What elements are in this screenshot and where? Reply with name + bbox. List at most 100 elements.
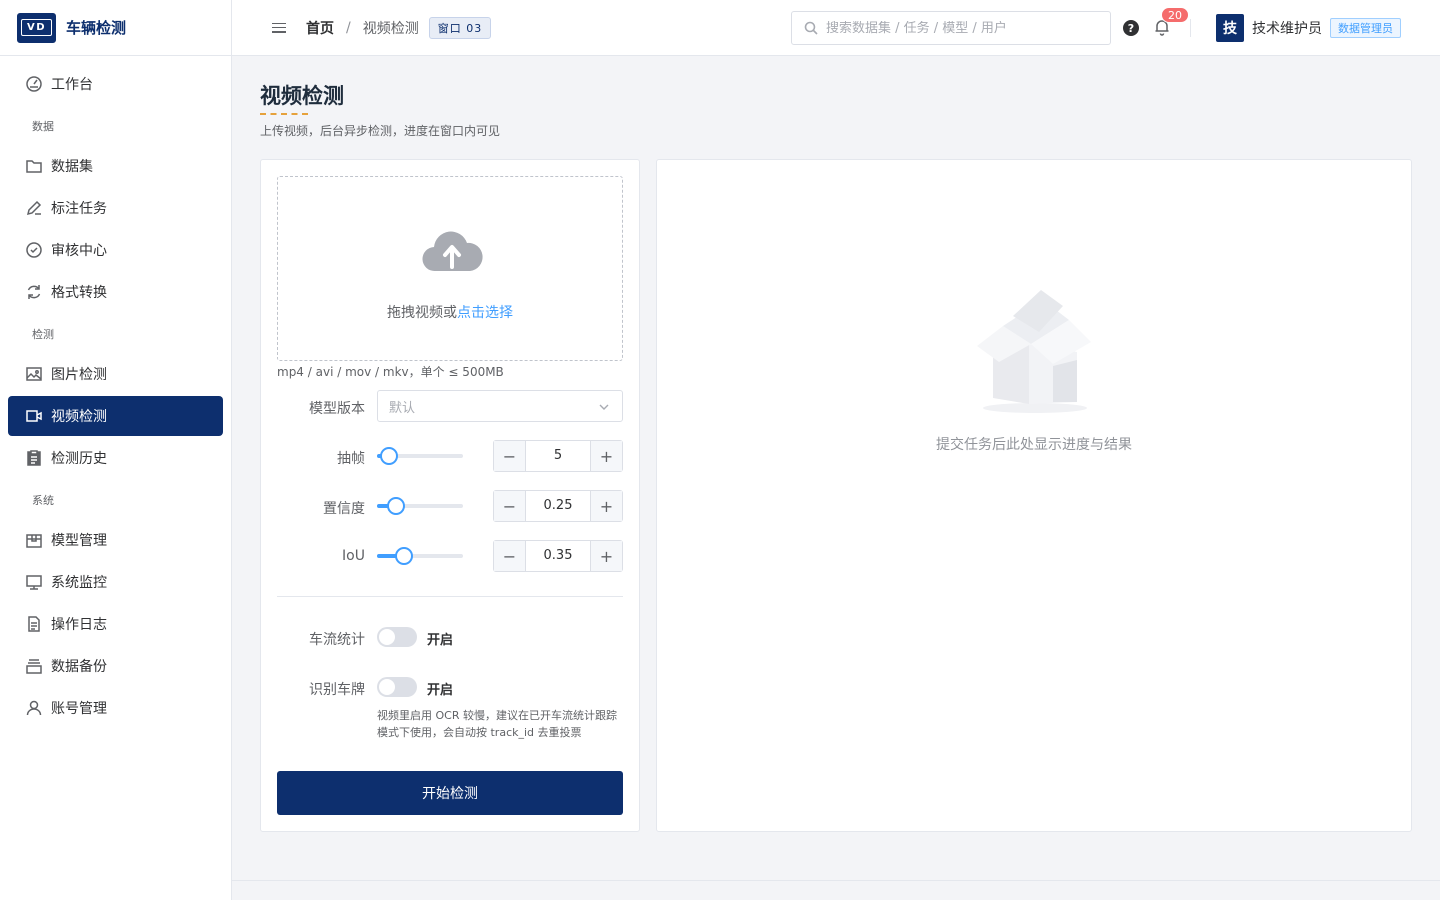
upload-format-tip: mp4 / avi / mov / mkv，单个 ≤ 500MB [277, 365, 504, 379]
increment-button[interactable]: + [590, 491, 622, 521]
page-title: 视频检测 [260, 84, 344, 108]
sidebar-item-label: 操作日志 [51, 617, 107, 633]
search-input[interactable] [826, 20, 1096, 36]
breadcrumb: 首页 / 视频检测 窗口 03 [306, 16, 492, 39]
empty-box-icon [977, 290, 1091, 413]
user-role-badge: 数据管理员 [1330, 18, 1401, 38]
sidebar-item-logs[interactable]: 操作日志 [8, 604, 223, 644]
sidebar-item-label: 标注任务 [51, 201, 107, 217]
package-icon [26, 534, 42, 548]
sidebar-item-label: 模型管理 [51, 533, 107, 549]
sidebar-item-accounts[interactable]: 账号管理 [8, 688, 223, 728]
video-camera-icon [26, 410, 42, 422]
menu-group-system: 系统 [32, 494, 54, 507]
pen-icon [26, 200, 42, 216]
sidebar-item-label: 账号管理 [51, 701, 107, 717]
empty-state-text: 提交任务后此处显示进度与结果 [936, 437, 1132, 453]
header-divider [1190, 19, 1191, 37]
video-upload-dropzone[interactable]: 拖拽视频或点击选择 [277, 176, 623, 361]
sidebar-item-label: 审核中心 [51, 243, 107, 259]
decrement-button[interactable]: − [494, 491, 526, 521]
model-version-label: 模型版本 [309, 401, 365, 417]
decrement-button[interactable]: − [494, 541, 526, 571]
top-header: 首页 / 视频检测 窗口 03 ? 20 技 技术维护员 数据管理员 [232, 0, 1440, 56]
chevron-down-icon [599, 404, 609, 410]
menu-group-detect: 检测 [32, 328, 54, 341]
global-search[interactable] [791, 11, 1111, 45]
model-version-placeholder: 默认 [389, 400, 416, 416]
sidebar-item-image-detect[interactable]: 图片检测 [8, 354, 223, 394]
traffic-count-switch[interactable] [377, 627, 417, 647]
sidebar-item-review[interactable]: 审核中心 [8, 230, 223, 270]
confidence-slider[interactable] [377, 496, 463, 516]
breadcrumb-home[interactable]: 首页 [306, 18, 334, 38]
plate-recognition-state: 开启 [427, 683, 454, 698]
cloud-upload-icon [422, 231, 483, 272]
sidebar-item-label: 图片检测 [51, 367, 107, 383]
sidebar-item-monitor[interactable]: 系统监控 [8, 562, 223, 602]
plate-recognition-switch[interactable] [377, 677, 417, 697]
window-tag: 窗口 03 [428, 16, 492, 39]
sidebar-item-label: 工作台 [51, 77, 93, 93]
iou-stepper: − 0.35 + [493, 540, 623, 572]
monitor-icon [26, 575, 42, 590]
sidebar-item-convert[interactable]: 格式转换 [8, 272, 223, 312]
gauge-icon [26, 76, 42, 92]
sidebar-item-history[interactable]: 检测历史 [8, 438, 223, 478]
slider-thumb[interactable] [395, 547, 413, 565]
user-icon [26, 700, 42, 716]
slider-thumb[interactable] [387, 497, 405, 515]
frame-interval-stepper: − 5 + [493, 440, 623, 472]
iou-label: IoU [342, 548, 365, 564]
result-panel: 提交任务后此处显示进度与结果 [656, 159, 1412, 832]
help-icon[interactable]: ? [1123, 20, 1139, 36]
sidebar-item-label: 视频检测 [51, 409, 107, 425]
app-logo[interactable]: VD 车辆检测 [0, 0, 231, 56]
sidebar-item-video-detect[interactable]: 视频检测 [8, 396, 223, 436]
iou-value[interactable]: 0.35 [526, 541, 590, 571]
menu-toggle-icon[interactable] [272, 21, 286, 35]
image-icon [26, 367, 42, 381]
archive-icon [26, 659, 42, 674]
sidebar-item-annotation[interactable]: 标注任务 [8, 188, 223, 228]
logo-text: VD [20, 19, 53, 36]
search-icon [804, 21, 818, 35]
sidebar-item-label: 数据备份 [51, 659, 107, 675]
title-underline [260, 113, 308, 115]
iou-slider[interactable] [377, 546, 463, 566]
confidence-stepper: − 0.25 + [493, 490, 623, 522]
increment-button[interactable]: + [590, 541, 622, 571]
increment-button[interactable]: + [590, 441, 622, 471]
sidebar-item-label: 系统监控 [51, 575, 107, 591]
main-content: 视频检测 上传视频，后台异步检测，进度在窗口内可见 拖拽视频或点击选择 mp4 … [232, 56, 1440, 900]
footer-divider [232, 880, 1440, 881]
check-circle-icon [26, 242, 42, 258]
menu-group-data: 数据 [32, 120, 54, 133]
notification-badge: 20 [1161, 7, 1189, 23]
sidebar-item-label: 格式转换 [51, 285, 107, 301]
start-detection-button[interactable]: 开始检测 [277, 771, 623, 815]
refresh-icon [27, 285, 41, 299]
decrement-button[interactable]: − [494, 441, 526, 471]
user-name[interactable]: 技术维护员 [1252, 18, 1322, 38]
avatar[interactable]: 技 [1216, 14, 1244, 42]
slider-thumb[interactable] [380, 447, 398, 465]
app-title: 车辆检测 [66, 19, 127, 37]
document-icon [28, 616, 40, 632]
detect-form-card: 拖拽视频或点击选择 mp4 / avi / mov / mkv，单个 ≤ 500… [260, 159, 640, 832]
frame-interval-label: 抽帧 [337, 451, 365, 467]
sidebar-item-dashboard[interactable]: 工作台 [8, 64, 223, 104]
breadcrumb-current: 视频检测 [362, 20, 419, 37]
model-version-select[interactable]: 默认 [377, 390, 623, 422]
sidebar-item-backup[interactable]: 数据备份 [8, 646, 223, 686]
sidebar-item-datasets[interactable]: 数据集 [8, 146, 223, 186]
logo-mark: VD [17, 12, 56, 43]
ocr-hint: 视频里启用 OCR 较慢，建议在已开车流统计跟踪模式下使用，会自动按 track… [377, 709, 617, 739]
traffic-count-label: 车流统计 [309, 632, 365, 648]
upload-select-link[interactable]: 点击选择 [457, 305, 513, 321]
frame-interval-slider[interactable] [377, 446, 463, 466]
frame-interval-value[interactable]: 5 [526, 441, 590, 471]
confidence-value[interactable]: 0.25 [526, 491, 590, 521]
breadcrumb-separator: / [346, 19, 351, 36]
sidebar-item-models[interactable]: 模型管理 [8, 520, 223, 560]
